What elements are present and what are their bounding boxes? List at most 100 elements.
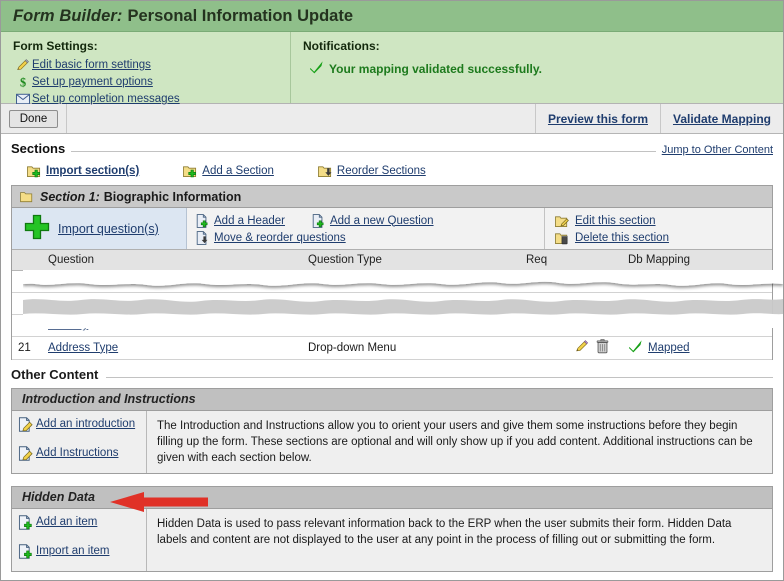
trash-icon[interactable] xyxy=(596,339,609,357)
section-actions-row: Import section(s) Add a Section Reorder … xyxy=(1,158,783,185)
add-header-action[interactable]: Add a Header xyxy=(195,214,285,228)
introduction-panel-title: Introduction and Instructions xyxy=(22,392,196,406)
col-header-question-type: Question Type xyxy=(302,250,520,270)
form-settings-item-edit[interactable]: Edit basic form settings xyxy=(13,57,290,73)
questions-table-body: Country 21 Address Type Drop-down Menu xyxy=(12,270,772,359)
introduction-panel-body: Add an introduction Add Instructions The… xyxy=(12,411,772,473)
import-sections-label[interactable]: Import section(s) xyxy=(46,165,139,177)
add-header-label[interactable]: Add a Header xyxy=(214,215,285,227)
edit-section-label[interactable]: Edit this section xyxy=(575,215,656,227)
form-settings-panel: Form Settings: Edit basic form settings … xyxy=(1,32,291,103)
folder-reorder-icon xyxy=(318,164,333,178)
table-row-redacted xyxy=(12,292,772,314)
green-check-icon xyxy=(628,339,643,357)
validate-mapping-cell[interactable]: Validate Mapping xyxy=(661,104,783,133)
row-actions-cell xyxy=(565,336,622,359)
notification-message-row: Your mapping validated successfully. xyxy=(303,60,783,78)
redacted-cell xyxy=(520,270,565,292)
green-plus-icon xyxy=(24,214,50,243)
section-1-header: Section 1: Biographic Information xyxy=(12,186,772,208)
other-content-rule xyxy=(106,377,773,378)
add-section-action[interactable]: Add a Section xyxy=(183,164,274,178)
row-req xyxy=(520,336,565,359)
question-tools-row-1: Add a Header Add a new Question xyxy=(195,212,544,229)
add-introduction-action[interactable]: Add an introduction xyxy=(18,417,146,432)
add-instructions-label[interactable]: Add Instructions xyxy=(36,447,118,459)
add-section-label[interactable]: Add a Section xyxy=(202,165,274,177)
green-check-icon xyxy=(309,60,324,78)
section-1-toolbar: Import question(s) Add a Header xyxy=(12,208,772,250)
form-settings-item-payment[interactable]: $ Set up payment options xyxy=(13,74,290,90)
row-mapping-link[interactable]: Mapped xyxy=(648,342,690,354)
form-settings-link-label[interactable]: Set up payment options xyxy=(32,76,153,88)
sections-heading-row: Sections Jump to Other Content xyxy=(1,134,783,158)
section-tools-cell: Edit this section Delete this section xyxy=(545,208,772,249)
folder-icon xyxy=(20,190,34,203)
notifications-heading: Notifications: xyxy=(303,39,783,53)
row-question-link[interactable]: Address Type xyxy=(48,342,118,354)
notifications-panel: Notifications: Your mapping validated su… xyxy=(291,32,783,103)
questions-table-wrapper: Question Question Type Req Db Mapping xyxy=(12,250,772,360)
section-1-box: Section 1: Biographic Information Import… xyxy=(11,185,773,360)
row-question-type: Drop-down Menu xyxy=(302,336,520,359)
form-settings-heading: Form Settings: xyxy=(13,39,290,53)
delete-section-row: Delete this section xyxy=(555,229,772,246)
sections-heading: Sections xyxy=(11,141,65,156)
col-header-db-mapping: Db Mapping xyxy=(622,250,772,270)
hidden-data-panel-header: Hidden Data xyxy=(12,487,772,509)
move-reorder-questions-label[interactable]: Move & reorder questions xyxy=(214,232,346,244)
folder-delete-icon xyxy=(555,231,570,245)
partial-question-cell: Country xyxy=(42,314,302,336)
preview-form-cell[interactable]: Preview this form xyxy=(536,104,661,133)
table-row[interactable]: 21 Address Type Drop-down Menu xyxy=(12,336,772,359)
page-add-icon xyxy=(18,515,34,530)
import-item-label[interactable]: Import an item xyxy=(36,545,110,557)
redacted-cell xyxy=(622,292,772,314)
import-questions-cell[interactable]: Import question(s) xyxy=(12,208,187,249)
row-mapping-cell: Mapped xyxy=(622,336,772,359)
partial-question-fragment[interactable]: Country xyxy=(48,319,88,331)
delete-section-label[interactable]: Delete this section xyxy=(575,232,669,244)
add-introduction-label[interactable]: Add an introduction xyxy=(36,418,135,430)
hidden-data-panel: Hidden Data Add an item xyxy=(11,486,773,572)
row-question-cell: Address Type xyxy=(42,336,302,359)
table-header-row: Question Question Type Req Db Mapping xyxy=(12,250,772,270)
pencil-icon xyxy=(13,58,32,72)
toolbar-spacer xyxy=(67,104,536,133)
page-edit-icon xyxy=(18,417,34,432)
redacted-cell xyxy=(12,314,42,336)
delete-section-action[interactable]: Delete this section xyxy=(555,231,669,245)
row-number: 21 xyxy=(12,336,42,359)
validate-mapping-link[interactable]: Validate Mapping xyxy=(673,112,771,126)
reorder-sections-label[interactable]: Reorder Sections xyxy=(337,165,426,177)
redacted-cell xyxy=(520,314,565,336)
redacted-cell xyxy=(622,314,772,336)
introduction-panel-header: Introduction and Instructions xyxy=(12,389,772,411)
hidden-data-panel-title: Hidden Data xyxy=(22,490,95,504)
question-tools-cell: Add a Header Add a new Question xyxy=(187,208,545,249)
redacted-cell xyxy=(565,292,622,314)
add-question-action[interactable]: Add a new Question xyxy=(311,214,434,228)
import-questions-link[interactable]: Import question(s) xyxy=(58,222,159,236)
redacted-cell xyxy=(302,270,520,292)
pencil-icon[interactable] xyxy=(575,339,589,356)
add-item-action[interactable]: Add an item xyxy=(18,515,146,530)
form-settings-link-label[interactable]: Edit basic form settings xyxy=(32,59,151,71)
add-instructions-action[interactable]: Add Instructions xyxy=(18,446,146,461)
sections-heading-rule xyxy=(71,151,656,152)
edit-section-action[interactable]: Edit this section xyxy=(555,214,656,228)
reorder-sections-action[interactable]: Reorder Sections xyxy=(318,164,426,178)
edit-section-row: Edit this section xyxy=(555,212,772,229)
table-row-redacted xyxy=(12,270,772,292)
done-button[interactable]: Done xyxy=(9,110,59,128)
preview-this-form-link[interactable]: Preview this form xyxy=(548,112,648,126)
col-header-req: Req xyxy=(520,250,565,270)
import-sections-action[interactable]: Import section(s) xyxy=(27,164,139,178)
jump-to-other-content-link[interactable]: Jump to Other Content xyxy=(662,144,773,156)
import-item-action[interactable]: Import an item xyxy=(18,544,146,559)
move-reorder-questions-action[interactable]: Move & reorder questions xyxy=(195,231,346,245)
form-name: Personal Information Update xyxy=(127,7,353,26)
add-item-label[interactable]: Add an item xyxy=(36,516,97,528)
add-question-label[interactable]: Add a new Question xyxy=(330,215,434,227)
hidden-data-description: Hidden Data is used to pass relevant inf… xyxy=(147,509,772,571)
